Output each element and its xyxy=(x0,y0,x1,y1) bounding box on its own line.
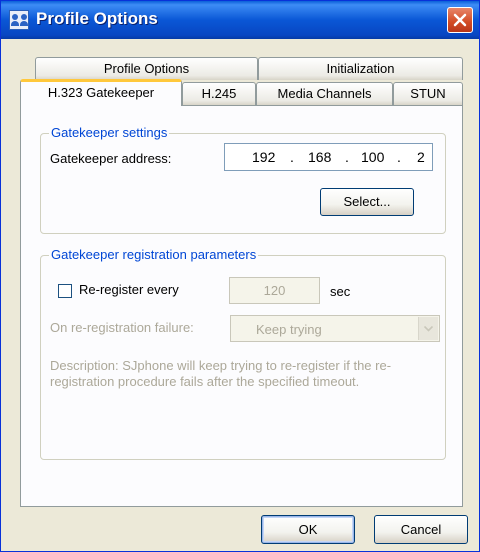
tab-profile-options[interactable]: Profile Options xyxy=(35,57,258,80)
close-button[interactable] xyxy=(447,7,473,33)
tab-initialization[interactable]: Initialization xyxy=(258,57,463,80)
ip-octet-1: 192 xyxy=(252,149,276,165)
registration-description: Description: SJphone will keep trying to… xyxy=(50,358,392,389)
tab-h323-gatekeeper[interactable]: H.323 Gatekeeper xyxy=(20,79,182,106)
tab-stun[interactable]: STUN xyxy=(393,82,463,105)
tab-h245[interactable]: H.245 xyxy=(182,82,256,105)
failure-action-select[interactable]: Keep trying xyxy=(230,315,440,342)
gatekeeper-settings-group: Gatekeeper settings Gatekeeper address: … xyxy=(40,125,446,234)
ip-dot-1: . xyxy=(290,149,294,165)
reregister-interval-input[interactable]: 120 xyxy=(229,277,320,304)
ip-octet-3: 100 xyxy=(361,149,385,165)
close-icon xyxy=(453,13,467,27)
gatekeeper-address-label: Gatekeeper address: xyxy=(50,151,172,166)
title-bar[interactable]: Profile Options xyxy=(1,1,479,39)
ok-button[interactable]: OK xyxy=(261,515,355,544)
interval-unit-label: sec xyxy=(330,284,351,299)
ip-octet-4: 2 xyxy=(417,149,425,165)
window-title: Profile Options xyxy=(36,9,158,28)
gatekeeper-address-input[interactable]: 192 . 168 . 100 . 2 xyxy=(224,143,433,171)
profile-people-icon xyxy=(9,10,29,30)
tab-media-channels[interactable]: Media Channels xyxy=(256,82,393,105)
reregister-label[interactable]: Re-register every xyxy=(79,282,179,297)
profile-options-dialog: Profile Options Profile Options Initiali… xyxy=(0,0,480,552)
ip-octet-2: 168 xyxy=(308,149,332,165)
tab-panel: Gatekeeper settings Gatekeeper address: … xyxy=(20,105,463,507)
group-title-registration: Gatekeeper registration parameters xyxy=(49,247,259,262)
group-title-gatekeeper-settings: Gatekeeper settings xyxy=(49,125,170,140)
select-button[interactable]: Select... xyxy=(320,188,414,216)
chevron-down-icon[interactable] xyxy=(418,317,438,340)
failure-label: On re-registration failure: xyxy=(50,320,194,335)
reregister-checkbox[interactable] xyxy=(58,284,72,298)
ip-dot-2: . xyxy=(345,149,349,165)
cancel-button[interactable]: Cancel xyxy=(374,515,468,544)
registration-parameters-group: Gatekeeper registration parameters Re-re… xyxy=(40,247,446,460)
failure-action-value: Keep trying xyxy=(256,322,322,337)
ip-dot-3: . xyxy=(397,149,401,165)
